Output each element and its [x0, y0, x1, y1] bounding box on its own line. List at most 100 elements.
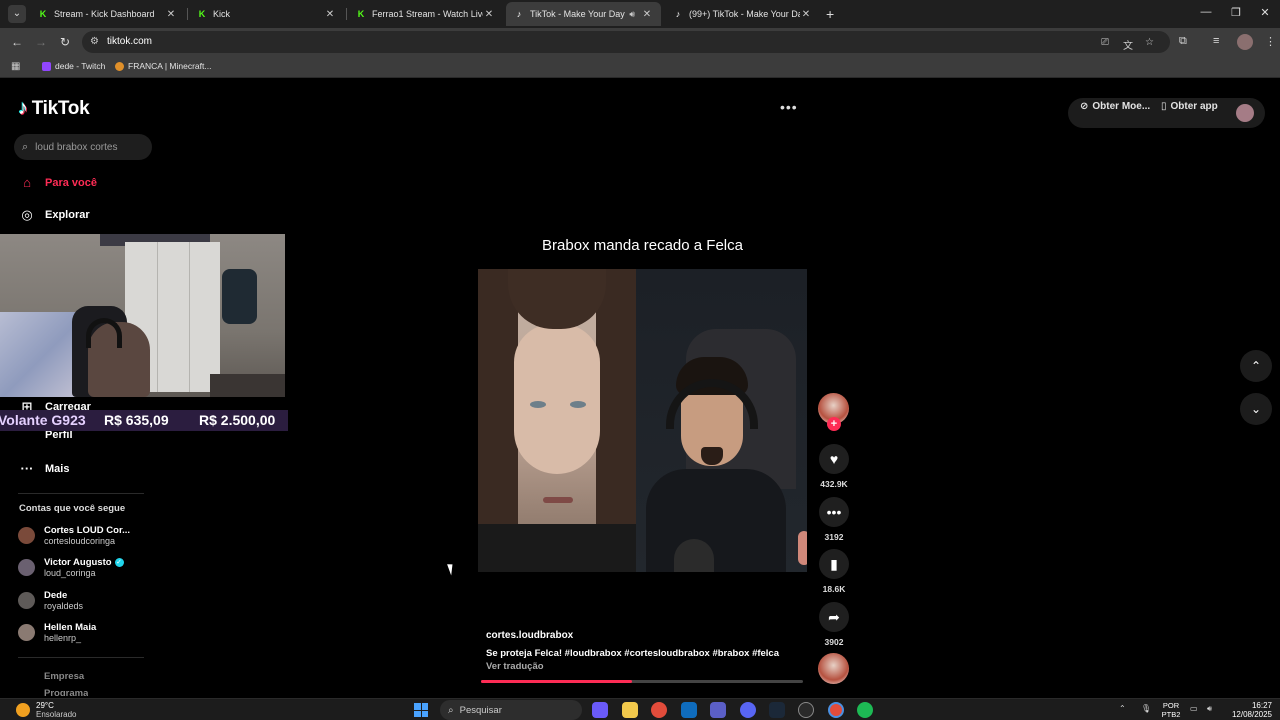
file-explorer-icon[interactable] — [622, 702, 638, 718]
previous-video-chevron-up-icon[interactable]: ⌃ — [1240, 350, 1272, 382]
video-progress-fill — [481, 680, 633, 683]
outlook-icon[interactable] — [681, 702, 697, 718]
tiktok-icon: ♪ — [675, 9, 681, 19]
media-control-icon[interactable]: ≡ — [1213, 35, 1219, 47]
tab-divider — [187, 8, 188, 20]
copilot-icon[interactable] — [592, 702, 608, 718]
sidebar-divider — [18, 493, 144, 494]
input-language[interactable]: POR PTB2 — [1160, 701, 1182, 719]
get-app-button[interactable]: ▯ Obter app — [1161, 101, 1218, 112]
new-tab-icon[interactable]: + — [826, 6, 834, 22]
bookmark-dede-twitch[interactable]: dede - Twitch — [42, 61, 105, 71]
teams-icon[interactable] — [710, 702, 726, 718]
volume-icon[interactable]: 🔊︎ — [1207, 704, 1212, 714]
next-video-chevron-down-icon[interactable]: ⌄ — [1240, 393, 1272, 425]
cast-icon[interactable]: ⎚ — [1101, 37, 1109, 48]
search-input[interactable] — [35, 141, 136, 153]
system-clock[interactable]: 16:27 12/08/2025 — [1226, 701, 1272, 719]
close-window-icon[interactable]: ✕ — [1250, 6, 1280, 19]
save-button[interactable]: ▮ 18.6K — [818, 549, 850, 594]
search-box[interactable]: ⌕ — [14, 134, 152, 160]
restore-icon[interactable]: ❐ — [1221, 6, 1251, 19]
translate-icon[interactable]: 文 — [1123, 37, 1133, 52]
comment-button[interactable]: ••• 3192 — [818, 497, 850, 542]
home-icon: ⌂ — [23, 175, 31, 190]
footer-program-link[interactable]: Programa — [44, 688, 88, 696]
bookmark-star-icon[interactable]: ☆ — [1145, 37, 1154, 48]
video-caption: Se proteja Felca! #loudbrabox #corteslou… — [486, 648, 780, 659]
address-bar[interactable]: ⚙ tiktok.com ⎚ 文 ☆ — [82, 31, 1170, 53]
follow-plus-icon[interactable]: + — [827, 417, 841, 431]
close-icon[interactable]: ✕ — [324, 9, 336, 20]
tab-search-icon[interactable]: ⌄ — [8, 5, 26, 23]
footer-company-link[interactable]: Empresa — [44, 671, 84, 682]
video-progress-bar[interactable] — [481, 680, 803, 683]
extensions-icon[interactable]: ⧉ — [1179, 35, 1187, 48]
coin-icon: ⊘ — [1080, 101, 1089, 112]
discord-icon[interactable] — [740, 702, 756, 718]
menu-kebab-icon[interactable]: ⋮ — [1265, 35, 1276, 48]
taskbar-search[interactable]: ⌕ Pesquisar — [440, 700, 582, 720]
sidebar-divider — [18, 657, 144, 658]
minimize-icon[interactable]: — — [1191, 6, 1221, 18]
minecraft-icon — [115, 61, 124, 71]
video-player[interactable] — [478, 269, 807, 572]
more-options-icon[interactable]: ••• — [780, 99, 798, 115]
heart-icon: ♥ — [819, 444, 849, 474]
network-icon[interactable]: ▭ — [1190, 704, 1198, 713]
close-icon[interactable]: ✕ — [165, 9, 177, 20]
close-icon[interactable]: ✕ — [641, 9, 653, 20]
spotify-icon[interactable] — [857, 702, 873, 718]
forward-icon[interactable]: → — [33, 35, 49, 49]
following-account[interactable]: Cortes LOUD Cor... cortesloudcoringa — [18, 525, 130, 546]
speaker-icon[interactable]: 🔊︎ — [629, 9, 635, 20]
close-icon[interactable]: ✕ — [800, 9, 812, 20]
tab-kick-dashboard[interactable]: K Stream - Kick Dashboard ✕ — [30, 2, 185, 26]
tray-chevron-up-icon[interactable]: ⌃ — [1119, 704, 1126, 713]
url-text[interactable]: tiktok.com — [107, 36, 152, 47]
bookmark-icon: ▮ — [819, 549, 849, 579]
kick-icon: K — [39, 9, 47, 19]
close-icon[interactable]: ✕ — [483, 9, 495, 20]
nav-explore[interactable]: ◎ Explorar — [18, 207, 89, 223]
nav-more[interactable]: ··· Mais — [18, 461, 70, 476]
ellipsis-icon: ··· — [20, 461, 34, 476]
following-account[interactable]: Dede royaldeds — [18, 590, 83, 611]
get-coins-button[interactable]: ⊘ Obter Moe... — [1080, 101, 1150, 112]
apps-grid-icon[interactable]: ▦ — [11, 61, 20, 72]
weather-widget[interactable]: 29°C Ensolarado — [16, 701, 76, 719]
nav-for-you[interactable]: ⌂ Para você — [18, 175, 97, 190]
microphone-icon[interactable]: 🎙︎ — [1141, 704, 1151, 713]
sun-icon — [16, 703, 30, 717]
obs-icon[interactable] — [798, 702, 814, 718]
share-button[interactable]: ➦ 3902 — [818, 602, 850, 647]
bookmark-franca-minecraft[interactable]: FRANCA | Minecraft... — [115, 61, 211, 71]
following-account[interactable]: Victor Augusto ✓ loud_coringa — [18, 557, 124, 578]
video-author[interactable]: cortes.loudbrabox — [486, 630, 573, 641]
chrome-active-icon[interactable] — [828, 702, 844, 718]
steam-icon[interactable] — [769, 702, 785, 718]
video-right-person — [636, 269, 807, 572]
following-account[interactable]: Hellen Maia hellenrp_ — [18, 622, 96, 643]
video-left-person — [478, 269, 636, 572]
chrome-icon[interactable] — [651, 702, 667, 718]
user-avatar[interactable] — [1236, 104, 1254, 122]
tiktok-logo[interactable]: ♪ TikTok — [18, 97, 90, 120]
windows-taskbar: 29°C Ensolarado ⌕ Pesquisar ⌃ 🎙︎ POR PTB… — [0, 698, 1280, 720]
tab-kick[interactable]: K Kick ✕ — [189, 2, 344, 26]
see-translation-link[interactable]: Ver tradução — [486, 661, 544, 672]
music-disc-avatar[interactable] — [818, 653, 849, 684]
tab-ferrao-stream[interactable]: K Ferrao1 Stream - Watch Live on ✕ — [348, 2, 503, 26]
share-arrow-icon: ➦ — [819, 602, 849, 632]
back-icon[interactable]: ← — [9, 35, 25, 49]
site-info-icon[interactable]: ⚙ — [90, 36, 99, 47]
like-button[interactable]: ♥ 432.9K — [818, 444, 850, 489]
tab-tiktok-notifications[interactable]: ♪ (99+) TikTok - Make Your Day ✕ — [665, 2, 820, 26]
reload-icon[interactable]: ↻ — [57, 35, 73, 49]
tiktok-icon: ♪ — [516, 9, 522, 19]
tab-tiktok-active[interactable]: ♪ TikTok - Make Your Day 🔊︎ ✕ — [506, 2, 661, 26]
webcam-overlay — [0, 234, 285, 397]
verified-icon: ✓ — [114, 558, 124, 567]
windows-start-icon[interactable] — [414, 703, 428, 717]
profile-avatar[interactable] — [1237, 34, 1253, 50]
